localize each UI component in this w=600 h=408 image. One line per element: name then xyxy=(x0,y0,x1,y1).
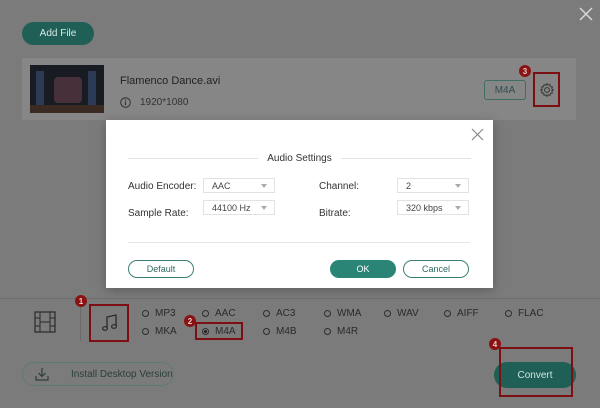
settings-highlight[interactable] xyxy=(533,72,560,107)
format-option-m4b[interactable]: M4B xyxy=(263,326,297,337)
audio-encoder-select[interactable]: AAC xyxy=(203,178,275,193)
radio-button[interactable] xyxy=(324,310,331,317)
file-row: Flamenco Dance.avi 1920*1080 M4A 3 xyxy=(22,58,576,120)
close-icon[interactable] xyxy=(470,127,485,142)
sample-rate-select[interactable]: 44100 Hz xyxy=(203,200,275,215)
radio-button[interactable] xyxy=(263,328,270,335)
info-icon[interactable] xyxy=(120,97,131,108)
ok-button[interactable]: OK xyxy=(330,260,396,278)
radio-button[interactable] xyxy=(444,310,451,317)
format-option-mka[interactable]: MKA xyxy=(142,326,177,337)
video-thumbnail xyxy=(30,65,104,113)
callout-3: 3 xyxy=(519,65,531,77)
audio-format-tab[interactable] xyxy=(89,304,129,342)
format-bar: 1 xyxy=(0,295,600,346)
format-option-aac[interactable]: AAC xyxy=(202,308,236,319)
format-option-m4r[interactable]: M4R xyxy=(324,326,358,337)
format-option-aiff[interactable]: AIFF xyxy=(444,308,479,319)
default-button[interactable]: Default xyxy=(128,260,194,278)
cancel-button[interactable]: Cancel xyxy=(403,260,469,278)
chevron-down-icon xyxy=(455,184,461,188)
format-option-mp3[interactable]: MP3 xyxy=(142,308,176,319)
channel-label: Channel: xyxy=(319,181,360,192)
audio-encoder-label: Audio Encoder: xyxy=(128,181,197,192)
install-desktop-button[interactable]: Install Desktop Version xyxy=(22,362,174,386)
convert-highlight xyxy=(499,347,573,397)
format-option-wma[interactable]: WMA xyxy=(324,308,361,319)
radio-button[interactable] xyxy=(324,328,331,335)
window-close-icon[interactable] xyxy=(576,4,596,24)
dialog-title: Audio Settings xyxy=(267,153,332,164)
callout-4: 4 xyxy=(489,338,501,350)
channel-select[interactable]: 2 xyxy=(397,178,469,193)
sample-rate-label: Sample Rate: xyxy=(128,208,189,219)
m4a-highlight xyxy=(195,322,243,340)
format-option-wav[interactable]: WAV xyxy=(384,308,419,319)
radio-button[interactable] xyxy=(505,310,512,317)
download-icon xyxy=(35,368,49,381)
audio-settings-dialog: Audio Settings Audio Encoder: AAC Sample… xyxy=(106,120,493,288)
radio-button[interactable] xyxy=(142,328,149,335)
gear-icon[interactable] xyxy=(539,82,555,98)
dialog-divider xyxy=(128,242,470,243)
music-note-icon xyxy=(101,314,118,331)
file-resolution: 1920*1080 xyxy=(140,97,189,108)
format-option-ac3[interactable]: AC3 xyxy=(263,308,295,319)
callout-2: 2 xyxy=(184,315,196,327)
file-name: Flamenco Dance.avi xyxy=(120,75,221,87)
output-format-badge[interactable]: M4A xyxy=(484,80,526,100)
bitrate-select[interactable]: 320 kbps xyxy=(397,200,469,215)
chevron-down-icon xyxy=(455,206,461,210)
bitrate-label: Bitrate: xyxy=(319,208,351,219)
video-format-icon[interactable] xyxy=(34,311,56,333)
chevron-down-icon xyxy=(261,184,267,188)
radio-button[interactable] xyxy=(142,310,149,317)
format-option-flac[interactable]: FLAC xyxy=(505,308,544,319)
divider xyxy=(80,307,81,341)
callout-1: 1 xyxy=(75,295,87,307)
radio-button[interactable] xyxy=(202,310,209,317)
install-label: Install Desktop Version xyxy=(71,368,173,380)
radio-button[interactable] xyxy=(384,310,391,317)
add-file-button[interactable]: Add File xyxy=(22,22,94,45)
chevron-down-icon xyxy=(261,206,267,210)
radio-button[interactable] xyxy=(263,310,270,317)
